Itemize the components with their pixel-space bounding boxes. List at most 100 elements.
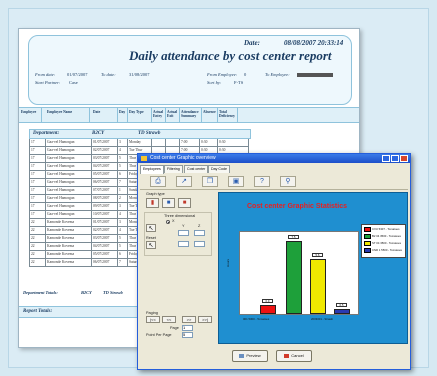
points-per-page-input[interactable]: 5	[182, 332, 193, 338]
department-band: Department: B2CY TD Strawb	[29, 129, 251, 139]
legend-label: ST 04 3500 - Tomatoes	[372, 241, 401, 246]
prev-page-button[interactable]: <<	[162, 316, 176, 323]
cell-id: 17	[31, 204, 35, 208]
window-titlebar[interactable]: Cost center Graphic overview	[138, 154, 410, 163]
sort-by-value: F-TS	[234, 80, 244, 85]
col-employee: Employee	[21, 110, 37, 114]
cell-name: Kamonde Kovema	[47, 220, 75, 224]
cell-sum: 7:00	[181, 140, 188, 144]
save-icon[interactable]: ▣	[228, 176, 244, 187]
close-button[interactable]	[400, 155, 408, 162]
toolbar: ⎙ ↗ ❐ ▣ ? ⚲	[140, 174, 408, 190]
cell-sum: 7:00	[181, 148, 188, 152]
cell-date: 03/07/2007	[93, 156, 110, 160]
cell-day: 3	[119, 204, 121, 208]
department-totals: Department Totals: B2CY TD Strawb	[19, 289, 149, 297]
cell-date: 05/07/2007	[93, 172, 110, 176]
from-employee-value: 0	[244, 72, 247, 77]
tab-cost-center[interactable]: Cost center	[184, 165, 209, 173]
dept-total-label: Department Totals:	[23, 290, 58, 295]
line-graph-button[interactable]: ■	[162, 198, 175, 208]
rotate-input-1[interactable]	[178, 241, 189, 247]
cell-name: Gaa-vel Hamorgan	[47, 164, 75, 168]
department-code: B2CY	[92, 131, 105, 136]
cell-name: Gaa-vel Hamorgan	[47, 212, 75, 216]
cell-date: 02/07/2007	[93, 228, 110, 232]
cell-name: Kamonde Kovema	[47, 236, 75, 240]
next-page-button[interactable]: >>	[182, 316, 196, 323]
cell-id: 17	[31, 180, 35, 184]
cell-id: 17	[31, 156, 35, 160]
cell-date: 04/07/2007	[93, 244, 110, 248]
bar-value-label: 5.6	[312, 253, 323, 257]
legend-swatch	[364, 227, 371, 232]
cell-id: 17	[31, 172, 35, 176]
cell-id: 22	[31, 220, 35, 224]
department-name: TD Strawb	[138, 131, 161, 136]
from-employee-label: From Employee:	[207, 72, 238, 77]
first-page-button[interactable]: |<<	[146, 316, 160, 323]
cancel-button[interactable]: Cancel	[276, 350, 312, 362]
cell-name: Gaa-vel Hamorgan	[47, 148, 75, 152]
z-axis-input[interactable]	[194, 230, 205, 236]
reset-label: Reset	[146, 236, 156, 240]
col-actual-entry: Actual Entry	[153, 110, 164, 118]
last-page-button[interactable]: >>|	[198, 316, 212, 323]
z-axis-label: Z	[198, 224, 201, 228]
tab-employees[interactable]: Employees	[140, 165, 164, 174]
page-input[interactable]: 1	[182, 325, 193, 331]
legend-item: ST 04 3500 - Tomatoes	[364, 241, 401, 246]
print-icon[interactable]: ⎙	[150, 176, 166, 187]
x-tick-1: 2003001 - Strawb	[311, 317, 334, 321]
cell-daytype: Tue Thur	[129, 148, 143, 152]
cell-name: Kamonde Kovema	[47, 252, 75, 256]
col-attendance-summary: Attendance Summary	[181, 110, 199, 118]
chart-y-label: Hours	[226, 258, 230, 267]
table-row: 17 Gaa-vel Hamorgan 01/07/2007 3 Monday 7:00 0…	[29, 139, 249, 147]
export-icon[interactable]: ↗	[176, 176, 192, 187]
three-d-radio[interactable]	[166, 220, 170, 224]
cell-date: 10/07/2007	[93, 212, 110, 216]
col-date: Date	[93, 110, 101, 114]
report-title: Daily attendance by cost center report	[129, 48, 332, 63]
x-axis-button[interactable]: ↖	[146, 224, 156, 232]
legend-item: CXU 5307 - Tomatoes	[364, 227, 399, 232]
points-per-page-label: Point Per Page	[146, 333, 172, 337]
cell-day: 3	[119, 140, 121, 144]
to-employee-label: To Employee:	[265, 72, 290, 77]
maximize-button[interactable]	[391, 155, 399, 162]
dept-total-name: TD Strawb	[103, 290, 123, 295]
rotate-input-2[interactable]	[194, 241, 205, 247]
cell-day: 6	[119, 252, 121, 256]
cell-daytype: Monday	[129, 140, 141, 144]
cell-day: 7	[119, 260, 121, 264]
y-axis-input[interactable]	[178, 230, 189, 236]
legend-label: CNR 1 5500 - Tomatoes	[372, 248, 402, 253]
cell-name: Gaa-vel Hamorgan	[47, 172, 75, 176]
cell-id: 17	[31, 140, 35, 144]
cell-date: 06/07/2007	[93, 260, 110, 264]
cell-day: 4	[119, 228, 121, 232]
minimize-button[interactable]	[382, 155, 390, 162]
cell-date: 03/07/2007	[93, 236, 110, 240]
cell-date: 06/07/2007	[93, 180, 110, 184]
bar-graph-button[interactable]: ▮	[146, 198, 159, 208]
cell-name: Gaa-vel Hamorgan	[47, 204, 75, 208]
cell-day: 7	[119, 180, 121, 184]
window-title: Cost center Graphic overview	[150, 155, 216, 161]
zoom-icon[interactable]: ⚲	[280, 176, 296, 187]
bottom-bar: Preview Cancel	[140, 346, 408, 366]
col-day-type: Day Type	[129, 110, 144, 114]
preview-button[interactable]: Preview	[232, 350, 268, 362]
cell-date: 02/07/2007	[93, 148, 110, 152]
copy-icon[interactable]: ❐	[202, 176, 218, 187]
tab-filtering[interactable]: Filtering	[164, 165, 183, 173]
cell-date: 07/07/2007	[93, 188, 110, 192]
reset-button[interactable]: ↖	[146, 241, 156, 249]
graph-type-label: Graph type	[146, 192, 165, 196]
legend-item: CNR 1 5500 - Tomatoes	[364, 248, 402, 253]
help-icon[interactable]: ?	[254, 176, 270, 187]
three-d-label: Three dimensional	[164, 214, 196, 218]
tab-day-code[interactable]: Day Code	[208, 165, 230, 173]
pie-graph-button[interactable]: ■	[178, 198, 191, 208]
